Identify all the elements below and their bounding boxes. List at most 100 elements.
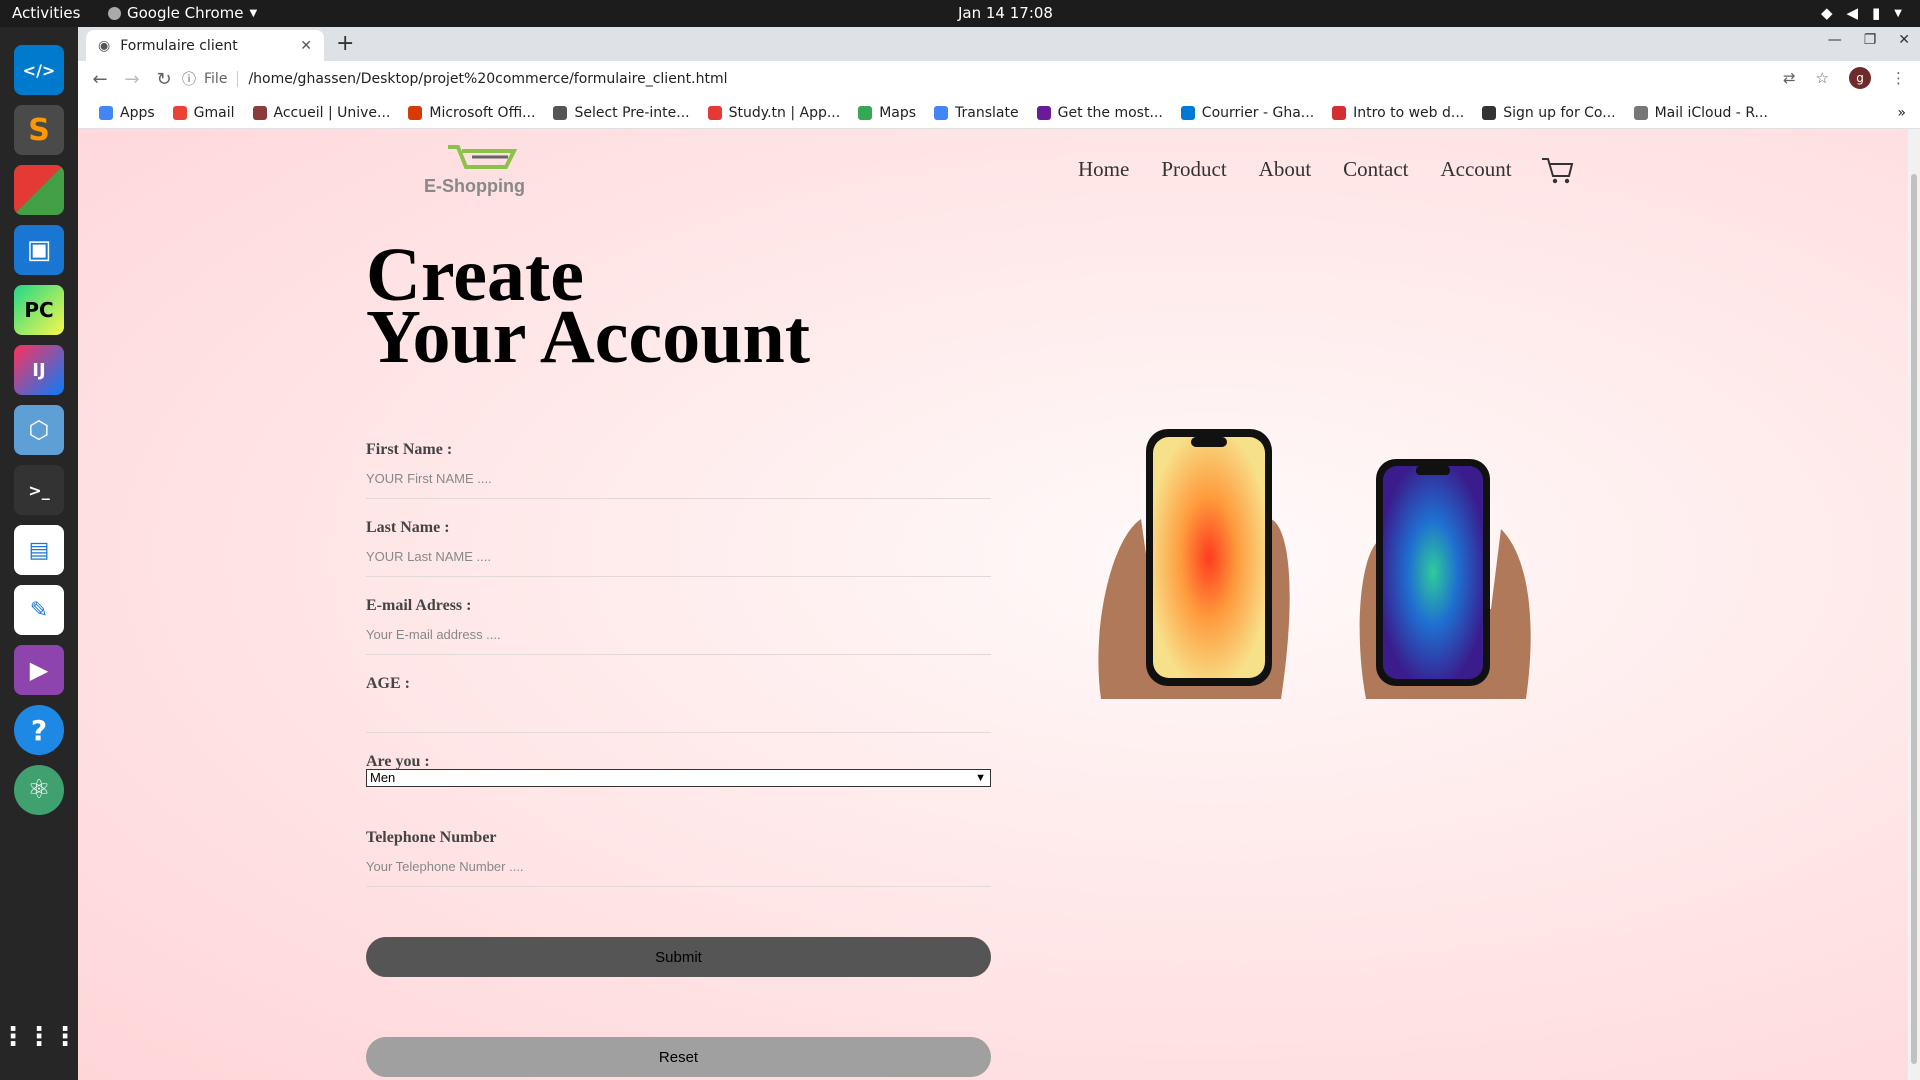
page-title: Create Your Account	[366, 237, 810, 375]
bookmark-item[interactable]: Study.tn | App...	[701, 105, 848, 121]
bookmark-label: Accueil | Unive...	[273, 104, 391, 121]
close-window-icon[interactable]: ✕	[1898, 32, 1910, 48]
caret-down-icon: ▼	[249, 7, 258, 19]
atom-icon[interactable]: ⚛	[14, 765, 64, 815]
bookmark-item[interactable]: Intro to web d...	[1325, 105, 1471, 121]
reset-button[interactable]: Reset	[366, 1037, 991, 1077]
minimize-icon[interactable]: —	[1828, 32, 1842, 48]
page-scrollbar[interactable]	[1908, 129, 1920, 1080]
bookmark-label: Translate	[955, 104, 1019, 121]
office-suite-icon[interactable]	[14, 165, 64, 215]
text-editor-icon[interactable]: ✎	[14, 585, 64, 635]
bookmarks-overflow-icon[interactable]: »	[1897, 105, 1906, 121]
bookmark-label: Select Pre-inte...	[574, 104, 690, 121]
tab-formulaire-client[interactable]: ◉ Formulaire client ✕	[86, 30, 324, 61]
bookmark-favicon-icon	[1036, 105, 1051, 120]
app-menu[interactable]: Google Chrome ▼	[108, 4, 257, 22]
bookmark-item[interactable]: Maps	[851, 105, 923, 121]
star-icon[interactable]: ☆	[1816, 69, 1829, 87]
profile-avatar[interactable]: g	[1849, 67, 1871, 89]
cart-icon[interactable]	[1540, 156, 1574, 186]
iphone-hands-image	[1098, 429, 1531, 699]
bookmark-label: Mail iCloud - R...	[1654, 104, 1768, 121]
bookmark-item[interactable]: Sign up for Co...	[1475, 105, 1622, 121]
activities-button[interactable]: Activities	[12, 4, 80, 22]
gender-selected: Men	[370, 770, 396, 785]
bookmark-favicon-icon	[99, 105, 113, 120]
last-name-label: Last Name :	[366, 519, 450, 536]
submit-button[interactable]: Submit	[366, 937, 991, 977]
last-name-group: Last Name : YOUR Last NAME ....	[366, 519, 991, 577]
nav-home[interactable]: Home	[1078, 157, 1129, 182]
pycharm-icon[interactable]: PC	[14, 285, 64, 335]
bookmark-item[interactable]: Get the most...	[1030, 105, 1170, 121]
image-viewer-icon[interactable]: ▤	[14, 525, 64, 575]
bookmark-item[interactable]: Translate	[927, 105, 1026, 121]
first-name-label: First Name :	[366, 441, 453, 458]
bookmark-favicon-icon	[1633, 105, 1648, 120]
toolbar-actions: ⇄ ☆ g ⋮	[1783, 67, 1906, 89]
bookmark-item[interactable]: Gmail	[166, 105, 242, 121]
translate-icon[interactable]: ⇄	[1783, 69, 1796, 87]
info-icon[interactable]: ⓘ	[182, 69, 196, 89]
bookmark-item[interactable]: Mail iCloud - R...	[1627, 105, 1775, 121]
caret-down-icon: ▼	[1894, 7, 1902, 19]
nav-about[interactable]: About	[1259, 157, 1312, 182]
url-scheme: File	[204, 71, 239, 87]
bookmark-label: Study.tn | App...	[728, 104, 841, 121]
bookmark-item[interactable]: Microsoft Offi...	[401, 105, 542, 121]
bookmark-favicon-icon	[707, 105, 722, 120]
nav-product[interactable]: Product	[1161, 157, 1226, 182]
address-bar[interactable]: ⓘ File /home/ghassen/Desktop/projet%20co…	[182, 64, 1892, 94]
bookmark-label: Get the most...	[1057, 104, 1163, 121]
show-applications-icon[interactable]: ⋮⋮⋮	[0, 1012, 78, 1062]
telephone-input[interactable]: Your Telephone Number ....	[366, 859, 991, 887]
video-player-icon[interactable]: ▶	[14, 645, 64, 695]
age-group: AGE :	[366, 675, 991, 733]
intellij-icon[interactable]: IJ	[14, 345, 64, 395]
help-icon[interactable]: ?	[14, 705, 64, 755]
browser-toolbar: ← → ↻ ⓘ File /home/ghassen/Desktop/proje…	[78, 61, 1920, 97]
forward-icon[interactable]: →	[116, 69, 148, 90]
window-controls: — ❐ ✕	[1828, 32, 1910, 48]
bookmark-favicon-icon	[252, 105, 267, 120]
nav-contact[interactable]: Contact	[1343, 157, 1408, 182]
last-name-input[interactable]: YOUR Last NAME ....	[366, 549, 991, 577]
email-label: E-mail Adress :	[366, 597, 472, 614]
bookmark-item[interactable]: Apps	[92, 105, 162, 121]
bookmark-item[interactable]: Accueil | Unive...	[246, 105, 398, 121]
netbeans-icon[interactable]: ⬡	[14, 405, 64, 455]
bookmark-item[interactable]: Courrier - Gha...	[1174, 105, 1321, 121]
terminal-icon[interactable]: >_	[14, 465, 64, 515]
system-tray[interactable]: ◆ ◀ ▮ ▼	[1821, 4, 1902, 22]
vscode-icon[interactable]: </>	[14, 45, 64, 95]
age-input[interactable]	[366, 705, 991, 733]
clock[interactable]: Jan 14 17:08	[958, 4, 1053, 22]
menu-icon[interactable]: ⋮	[1891, 69, 1906, 87]
sublime-text-icon[interactable]: S	[14, 105, 64, 155]
first-name-input[interactable]: YOUR First NAME ....	[366, 471, 991, 499]
url-text[interactable]: /home/ghassen/Desktop/projet%20commerce/…	[248, 71, 727, 87]
nav-account[interactable]: Account	[1440, 157, 1511, 182]
main-nav: Home Product About Contact Account	[1078, 157, 1512, 182]
email-input[interactable]: Your E-mail address ....	[366, 627, 991, 655]
shopping-cart-logo-icon	[448, 145, 518, 169]
bookmark-label: Microsoft Offi...	[429, 104, 536, 121]
bookmark-label: Sign up for Co...	[1503, 104, 1616, 121]
chrome-icon	[108, 6, 121, 20]
bookmark-favicon-icon	[172, 105, 187, 120]
new-tab-button[interactable]: +	[336, 31, 354, 56]
back-icon[interactable]: ←	[84, 69, 116, 90]
gender-select[interactable]: Men ▼	[366, 769, 991, 787]
site-logo[interactable]: E-Shopping	[424, 143, 544, 203]
email-group: E-mail Adress : Your E-mail address ....	[366, 597, 991, 655]
scrollbar-thumb[interactable]	[1911, 174, 1917, 1064]
maximize-icon[interactable]: ❐	[1864, 32, 1877, 48]
close-tab-icon[interactable]: ✕	[300, 38, 312, 54]
telephone-group: Telephone Number Your Telephone Number .…	[366, 829, 991, 887]
bookmark-item[interactable]: Select Pre-inte...	[546, 105, 696, 121]
chevron-down-icon: ▼	[975, 772, 986, 784]
reload-icon[interactable]: ↻	[148, 69, 180, 90]
tab-strip: ◉ Formulaire client ✕ + — ❐ ✕	[78, 27, 1920, 61]
window-app-icon[interactable]: ▣	[14, 225, 64, 275]
